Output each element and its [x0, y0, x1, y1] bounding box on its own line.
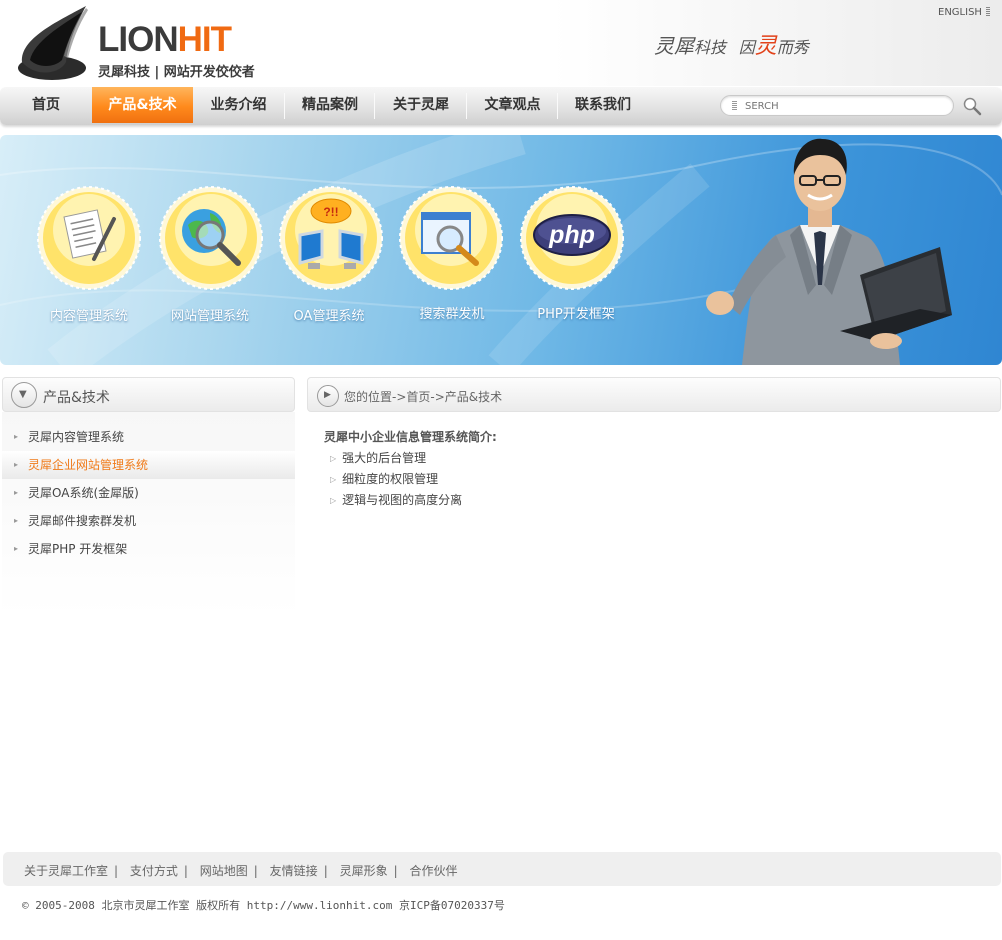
footer-link-image[interactable]: 灵犀形象 [340, 864, 388, 878]
triangle-bullet-icon: ▷ [330, 454, 337, 463]
bars-icon [985, 7, 990, 16]
footer-links-bar: 关于灵犀工作室 | 支付方式 | 网站地图 | 友情链接 | 灵犀形象 | 合作伙伴 [3, 852, 1001, 886]
content-header: ▶ 您的位置->首页->产品&技术 [307, 377, 1001, 412]
sidebar-item-label: 灵犀企业网站管理系统 [28, 458, 149, 472]
intro-title: 灵犀中小企业信息管理系统简介: [324, 430, 497, 444]
php-logo-icon[interactable]: php [519, 185, 625, 291]
search-box [720, 95, 954, 116]
arrow-right-icon: ▸ [14, 488, 19, 497]
footer-link-friends[interactable]: 友情链接 [270, 864, 318, 878]
php-logo-text: php [548, 221, 595, 249]
nav-item-business[interactable]: 业务介绍 [193, 87, 284, 123]
arrow-right-icon: ▸ [14, 516, 19, 525]
slogan-part: 科技 [694, 38, 727, 57]
sidebar-item-mailer[interactable]: ▸ 灵犀邮件搜索群发机 [2, 507, 295, 535]
arrow-right-icon: ▸ [14, 460, 19, 469]
network-computers-icon[interactable]: ?!! [278, 185, 384, 291]
footer-link-about[interactable]: 关于灵犀工作室 [24, 864, 108, 878]
sidebar-item-php-framework[interactable]: ▸ 灵犀PHP 开发框架 [2, 535, 295, 563]
badge-label[interactable]: OA管理系统 [259, 305, 399, 324]
sidebar-item-cms[interactable]: ▸ 灵犀内容管理系统 [2, 423, 295, 451]
sidebar-item-label: 灵犀邮件搜索群发机 [28, 514, 137, 528]
footer-link-sitemap[interactable]: 网站地图 [200, 864, 248, 878]
nav-divider [374, 93, 375, 119]
globe-magnifier-icon[interactable] [158, 185, 264, 291]
breadcrumb: 您的位置->首页->产品&技术 [344, 390, 503, 404]
nav-item-products[interactable]: 产品&技术 [92, 87, 193, 123]
feature-label: 细粒度的权限管理 [342, 472, 439, 486]
sidebar-item-label: 灵犀PHP 开发框架 [28, 542, 128, 556]
sidebar-menu: ▸ 灵犀内容管理系统 ▸ 灵犀企业网站管理系统 ▸ 灵犀OA系统(金犀版) ▸ 灵犀邮件… [2, 412, 295, 617]
footer-link-payment[interactable]: 支付方式 [130, 864, 178, 878]
search-icon[interactable] [962, 96, 982, 116]
badge-label[interactable]: PHP开发框架 [506, 303, 646, 322]
main-nav: 首页 产品&技术 业务介绍 精品案例 关于灵犀 文章观点 联系我们 [0, 87, 1002, 125]
english-link[interactable]: ENGLISH [938, 7, 990, 18]
slogan-highlight: 灵 [754, 34, 777, 59]
badge-label[interactable]: 内容管理系统 [19, 305, 159, 324]
logo-text-accent: HIT [177, 20, 232, 59]
nav-item-about[interactable]: 关于灵犀 [376, 87, 466, 123]
dots-icon [732, 101, 737, 111]
collapse-toggle[interactable]: ▼ [11, 382, 37, 408]
footer-separator: | [393, 864, 398, 878]
sidebar-title: 产品&技术 [43, 390, 110, 406]
nav-item-contact[interactable]: 联系我们 [559, 87, 647, 123]
slogan-part: 灵犀 [654, 34, 694, 58]
play-icon: ▶ [324, 390, 331, 400]
feature-item: ▷ 逻辑与视图的高度分离 [330, 491, 462, 508]
oa-bubble-text: ?!! [323, 205, 338, 219]
footer-links: 关于灵犀工作室 | 支付方式 | 网站地图 | 友情链接 | 灵犀形象 | 合作伙伴 [24, 862, 457, 879]
logo-wordmark[interactable]: LIONHIT [98, 20, 232, 60]
slogan-part: 而秀 [776, 38, 809, 57]
nav-item-articles[interactable]: 文章观点 [468, 87, 557, 123]
chevron-down-icon: ▼ [19, 389, 27, 400]
feature-item: ▷ 强大的后台管理 [330, 449, 426, 466]
product-banner: 内容管理系统 网站管理系统 ?!! OA管理系统 搜索群发机 php PHP开发… [0, 135, 1002, 365]
sidebar-item-label: 灵犀OA系统(金犀版) [28, 486, 139, 500]
play-button[interactable]: ▶ [317, 385, 339, 407]
nav-divider [557, 93, 558, 119]
arrow-right-icon: ▸ [14, 432, 19, 441]
sidebar-item-website-cms[interactable]: ▸ 灵犀企业网站管理系统 [2, 451, 295, 479]
sidebar-item-oa[interactable]: ▸ 灵犀OA系统(金犀版) [2, 479, 295, 507]
footer-separator: | [253, 864, 258, 878]
english-link-label: ENGLISH [938, 7, 982, 18]
triangle-bullet-icon: ▷ [330, 496, 337, 505]
feature-item: ▷ 细粒度的权限管理 [330, 470, 438, 487]
nav-divider [466, 93, 467, 119]
businessman-photo [706, 138, 952, 365]
nav-divider [284, 93, 285, 119]
sidebar-item-label: 灵犀内容管理系统 [28, 430, 125, 444]
search-window-icon[interactable] [398, 185, 504, 291]
nav-item-cases[interactable]: 精品案例 [286, 87, 374, 123]
logo-subtitle: 灵犀科技 | 网站开发佼佼者 [98, 65, 255, 80]
footer-link-partners[interactable]: 合作伙伴 [409, 864, 457, 878]
site-header: LIONHIT 灵犀科技 | 网站开发佼佼者 灵犀科技 因灵而秀 ENGLISH [0, 0, 1002, 86]
logo-text-main: LION [98, 20, 179, 59]
feature-label: 逻辑与视图的高度分离 [342, 493, 463, 507]
search-input[interactable] [745, 98, 945, 114]
slogan-part: 因 [738, 38, 755, 57]
triangle-bullet-icon: ▷ [330, 475, 337, 484]
copyright-text: © 2005-2008 北京市灵犀工作室 版权所有 http://www.lio… [22, 899, 505, 912]
feature-label: 强大的后台管理 [342, 451, 427, 465]
footer-separator: | [114, 864, 119, 878]
footer-separator: | [323, 864, 328, 878]
document-pen-icon[interactable] [36, 185, 142, 291]
sidebar-header: ▼ 产品&技术 [2, 377, 295, 412]
footer-separator: | [183, 864, 188, 878]
slogan: 灵犀科技 因灵而秀 [654, 28, 809, 60]
lion-logo-icon[interactable] [16, 4, 94, 84]
nav-item-home[interactable]: 首页 [0, 87, 92, 123]
arrow-right-icon: ▸ [14, 544, 19, 553]
badge-label[interactable]: 搜索群发机 [382, 303, 522, 322]
